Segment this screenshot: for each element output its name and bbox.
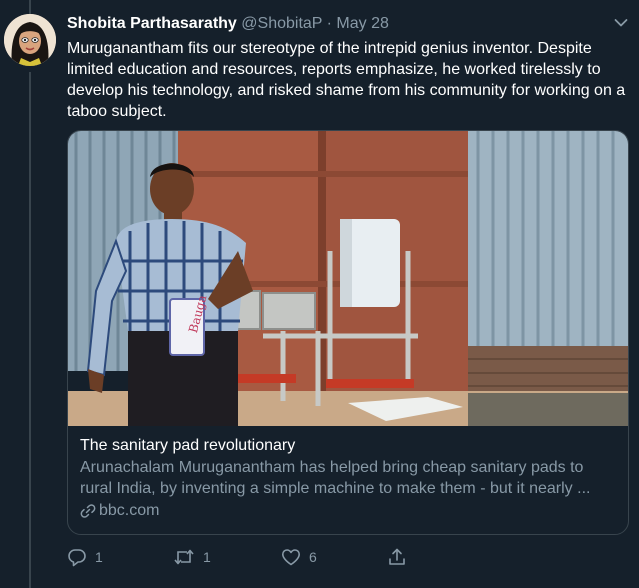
tweet-header: Shobita Parthasarathy @ShobitaP · May 28 (67, 14, 629, 34)
like-icon (282, 549, 300, 566)
avatar[interactable] (4, 14, 56, 66)
header-separator: · (326, 15, 332, 32)
tweet-actions: 1 1 6 (67, 546, 467, 568)
caret-down-icon[interactable] (611, 13, 631, 33)
card-image[interactable]: Bauga (68, 131, 628, 426)
thread-line-bottom (29, 72, 31, 588)
author-handle[interactable]: @ShobitaP (241, 15, 322, 32)
reply-count: 1 (95, 549, 103, 565)
tweet-date[interactable]: May 28 (336, 15, 388, 32)
retweet-count: 1 (203, 549, 211, 565)
thread-line-top (29, 0, 31, 14)
retweet-button[interactable]: 1 (173, 546, 211, 568)
share-button[interactable] (387, 546, 407, 568)
link-icon (80, 504, 96, 518)
like-count: 6 (309, 549, 317, 565)
card-description: Arunachalam Muruganantham has helped bri… (80, 459, 591, 497)
card-text[interactable]: The sanitary pad revolutionary Arunachal… (80, 435, 616, 521)
retweet-icon (174, 549, 194, 565)
card-domain[interactable]: bbc.com (80, 501, 616, 521)
avatar-illustration (4, 14, 56, 66)
card-title[interactable]: The sanitary pad revolutionary (80, 435, 616, 456)
reply-button[interactable]: 1 (67, 546, 103, 568)
tweet-text: Muruganantham fits our stereotype of the… (67, 40, 626, 120)
like-button[interactable]: 6 (281, 546, 317, 568)
link-card[interactable]: Bauga The sanitary pad revolutionary Aru… (67, 130, 629, 535)
reply-icon (68, 549, 86, 567)
share-icon (389, 548, 405, 565)
card-domain-text: bbc.com (99, 502, 160, 519)
author-name[interactable]: Shobita Parthasarathy (67, 15, 237, 32)
